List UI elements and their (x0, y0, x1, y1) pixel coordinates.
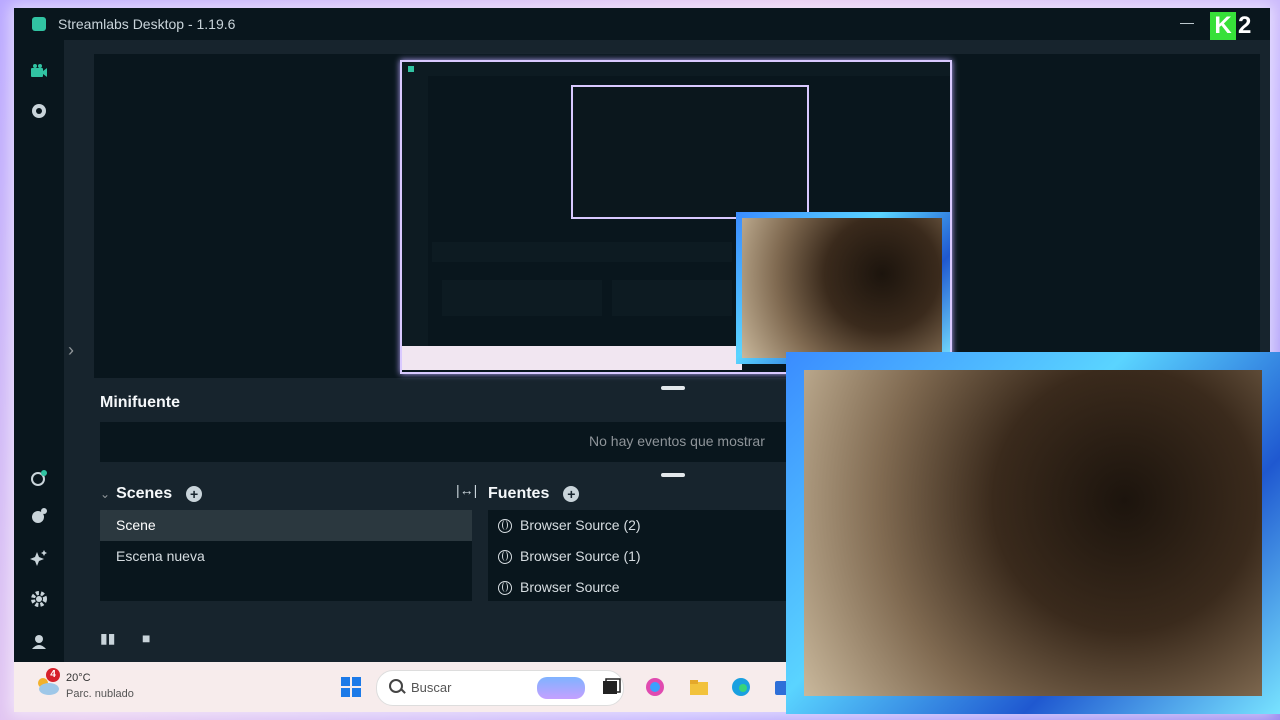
record-icon[interactable] (29, 101, 49, 121)
streamlabs-logo-icon (32, 17, 46, 31)
theme-icon[interactable] (29, 468, 49, 488)
title-bar: Streamlabs Desktop - 1.19.6 — K 2 (14, 8, 1270, 40)
chevron-right-icon[interactable]: › (68, 340, 74, 361)
task-view-icon[interactable] (600, 676, 622, 698)
copilot-icon[interactable] (644, 676, 666, 698)
source-item[interactable]: Browser Source (2) (488, 510, 641, 541)
source-item[interactable]: Browser Source (488, 572, 620, 603)
weather-temp: 20°C (66, 672, 91, 684)
sidebar (14, 40, 64, 664)
file-explorer-icon[interactable] (688, 676, 710, 698)
add-scene-icon[interactable]: + (186, 486, 203, 502)
minimize-button[interactable]: — (1180, 14, 1194, 30)
k2-logo: K 2 (1210, 12, 1264, 42)
k-letter: K (1210, 12, 1236, 40)
source-label: Browser Source (520, 579, 620, 595)
minifuente-title: Minifuente (100, 394, 180, 411)
k-number: 2 (1238, 12, 1252, 39)
sources-header: Fuentes + (488, 482, 580, 506)
scene-item[interactable]: Escena nueva (100, 541, 472, 572)
scenes-title: Scenes (116, 485, 173, 502)
search-placeholder: Buscar (411, 680, 452, 695)
chevron-down-icon[interactable]: ⌄ (100, 487, 110, 501)
bell-icon[interactable]: ■ (142, 630, 150, 646)
sources-title: Fuentes (488, 485, 550, 502)
scene-item[interactable]: Scene (100, 510, 472, 541)
search-icon (389, 679, 403, 693)
source-item[interactable]: Browser Source (1) (488, 541, 641, 572)
source-label: Browser Source (1) (520, 548, 641, 564)
globe-icon (498, 549, 512, 564)
window-title: Streamlabs Desktop - 1.19.6 (58, 16, 236, 32)
empty-events-text: No hay eventos que mostrar (589, 433, 765, 449)
webcam-overlay (786, 352, 1280, 714)
search-highlight-icon (537, 677, 585, 699)
settings-icon[interactable] (29, 589, 49, 609)
stats-icon[interactable]: ▮▮ (100, 630, 115, 647)
scenes-header: ⌄ Scenes + (100, 482, 203, 506)
taskbar-search[interactable]: Buscar (376, 670, 624, 706)
collapse-panel-icon[interactable]: |↔| (456, 482, 477, 498)
weather-condition: Parc. nublado (66, 688, 134, 700)
globe-icon (498, 518, 512, 533)
weather-badge: 4 (46, 668, 60, 682)
source-label: Browser Source (2) (520, 517, 641, 533)
webcam-feed (804, 370, 1262, 696)
add-source-icon[interactable]: + (563, 486, 580, 502)
resize-handle-2[interactable] (661, 473, 685, 477)
globe-icon (498, 580, 512, 595)
webcam-feed-small (742, 218, 942, 358)
apps-icon[interactable] (29, 506, 49, 526)
webcam-overlay-small (736, 212, 950, 364)
highlight-icon[interactable] (29, 548, 49, 568)
editor-icon[interactable] (29, 62, 49, 82)
windows-start-icon[interactable] (340, 676, 362, 698)
scenes-list: Scene Escena nueva (100, 510, 472, 601)
resize-handle[interactable] (661, 386, 685, 390)
account-icon[interactable] (29, 632, 49, 652)
edge-browser-icon[interactable] (730, 676, 752, 698)
sources-list: Browser Source (2) Browser Source (1) Br… (488, 510, 788, 601)
